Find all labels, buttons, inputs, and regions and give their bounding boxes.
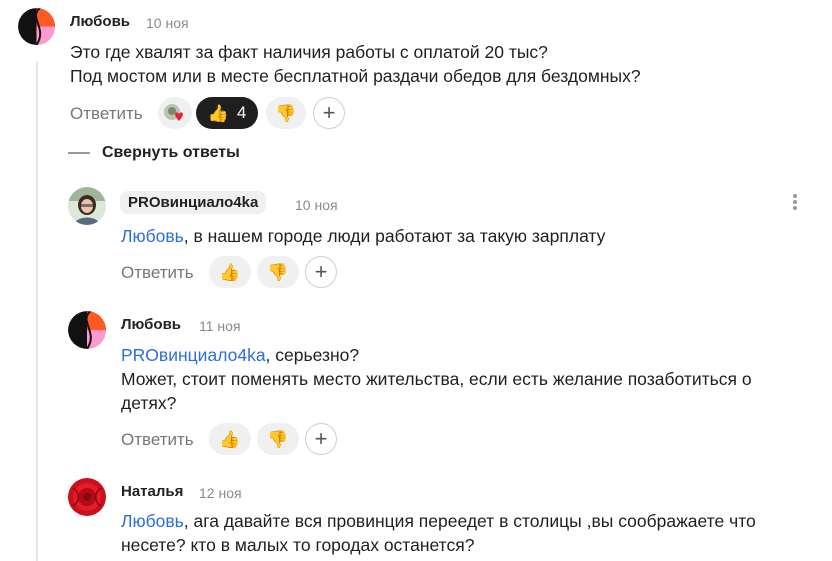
like-button[interactable]: 👍	[209, 423, 251, 455]
author-avatar[interactable]	[18, 8, 55, 45]
more-vertical-icon[interactable]	[790, 193, 800, 213]
comment-text-line: , серьезно?	[265, 345, 360, 365]
comment-text-line: Может, стоит поменять место жительства, …	[121, 369, 752, 389]
plus-icon: +	[322, 100, 336, 125]
mention-link[interactable]: Любовь	[121, 511, 184, 531]
thread-line	[36, 62, 38, 561]
add-reaction-button[interactable]: +	[313, 97, 345, 129]
comment-author[interactable]: Наталья	[121, 483, 183, 500]
add-reaction-button[interactable]: +	[305, 256, 337, 288]
comment-text-line: детях?	[121, 393, 177, 413]
thumbs-down-icon: 👎	[267, 262, 289, 282]
dislike-button[interactable]: 👎	[257, 423, 299, 455]
author-avatar[interactable]	[68, 311, 106, 349]
emoji-reactions-icon-svg	[164, 104, 183, 121]
dislike-button[interactable]: 👎	[266, 97, 306, 129]
comment-author[interactable]: Любовь	[70, 13, 130, 30]
comment-text-line: , в нашем городе люди работают за такую …	[183, 226, 606, 246]
comment-text-line: несете? кто в малых то городах останется…	[121, 535, 475, 555]
woman-photo-avatar	[68, 187, 106, 225]
comment-text: PROвинциало4ka, серьезно? Может, стоит п…	[121, 343, 752, 415]
author-avatar[interactable]	[68, 187, 106, 225]
plus-icon: +	[314, 426, 328, 451]
reply-button[interactable]: Ответить	[121, 430, 194, 450]
comment-date: 10 ноя	[146, 15, 189, 31]
like-count: 4	[236, 103, 247, 122]
thumbs-up-icon: 👍	[219, 262, 241, 282]
collapse-replies-button[interactable]: Свернуть ответы	[68, 144, 240, 162]
comment-text-line: Это где хвалят за факт наличия работы с …	[70, 42, 548, 62]
collapse-replies-label: Свернуть ответы	[102, 144, 240, 161]
author-avatar[interactable]	[68, 478, 106, 516]
orange-black-pink-circle-avatar	[18, 8, 55, 45]
plus-icon: +	[314, 259, 328, 284]
orange-black-pink-circle-avatar	[68, 311, 106, 349]
thumbs-up-icon: 👍	[219, 429, 241, 449]
reply-button[interactable]: Ответить	[121, 263, 194, 283]
emoji-reactions-icon[interactable]	[158, 97, 192, 129]
comment-text: Любовь, ага давайте вся провинция переед…	[121, 509, 756, 557]
comment-text: Это где хвалят за факт наличия работы с …	[70, 40, 641, 88]
thumbs-up-icon: 👍	[207, 103, 229, 123]
dislike-button[interactable]: 👎	[257, 256, 299, 288]
thumbs-down-icon: 👎	[267, 429, 289, 449]
like-button[interactable]: 👍	[209, 256, 251, 288]
comment-date: 11 ноя	[199, 318, 241, 334]
collapse-dash	[68, 152, 90, 154]
mention-link[interactable]: Любовь	[121, 226, 184, 246]
comment-text-line: , ага давайте вся провинция переедет в с…	[183, 511, 756, 531]
comment-date: 10 ноя	[295, 197, 338, 213]
add-reaction-button[interactable]: +	[305, 423, 337, 455]
reply-button[interactable]: Ответить	[70, 104, 143, 124]
comment-text: Любовь, в нашем городе люди работают за …	[121, 224, 605, 248]
comment-date: 12 ноя	[199, 485, 242, 501]
mention-link[interactable]: PROвинциало4ka	[121, 345, 266, 365]
red-flower-avatar	[68, 478, 106, 516]
comment-author[interactable]: Любовь	[121, 316, 181, 333]
thumbs-down-icon: 👎	[275, 103, 297, 123]
comment-author[interactable]: PROвинциало4ka	[120, 191, 267, 214]
like-button[interactable]: 👍 4	[196, 97, 258, 129]
comment-text-line: Под мостом или в месте бесплатной раздач…	[70, 66, 641, 86]
